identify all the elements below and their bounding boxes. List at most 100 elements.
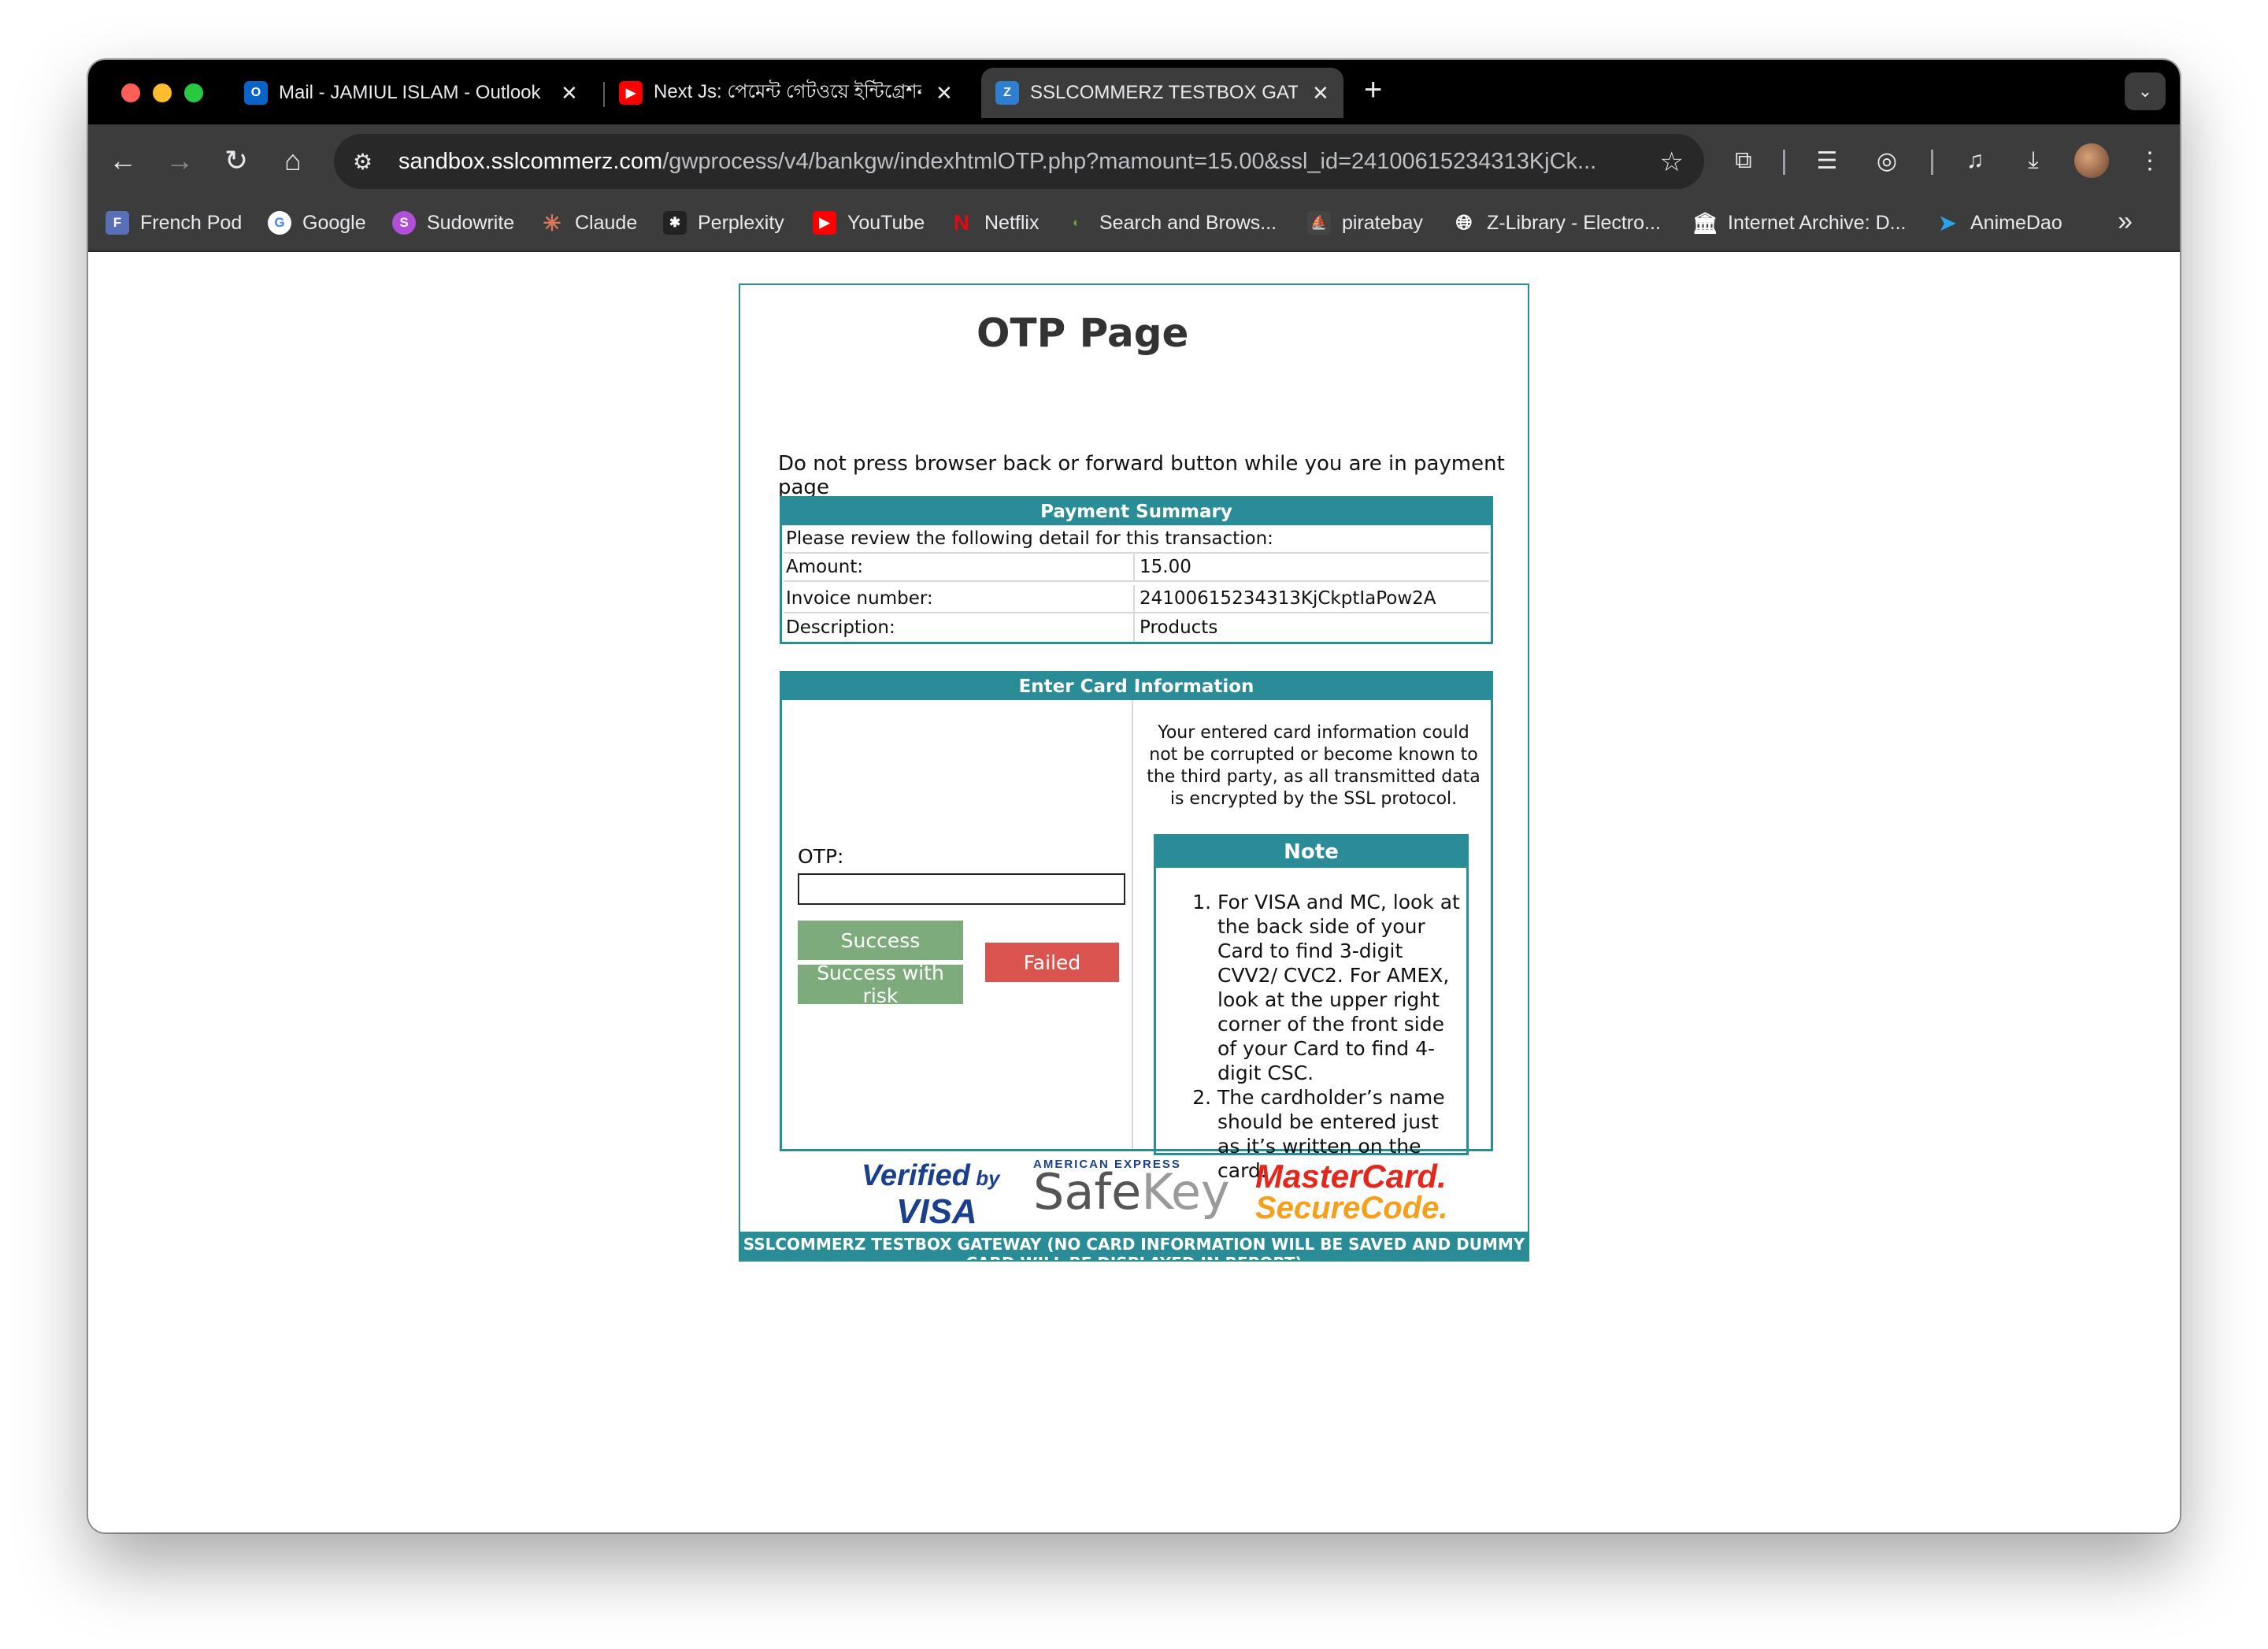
bookmark-label: Search and Brows... — [1099, 211, 1277, 234]
browser-toolbar: ← → ↻ ⌂ ⚙ sandbox.sslcommerz.com/gwproce… — [88, 124, 2180, 197]
address-bar[interactable]: ⚙ sandbox.sslcommerz.com/gwprocess/v4/ba… — [334, 134, 1704, 189]
summary-intro-row: Please review the following detail for t… — [784, 525, 1489, 554]
note-heading: Note — [1156, 836, 1466, 868]
download-icon[interactable]: ⤓ — [2016, 143, 2051, 178]
securecode-text: SecureCode. — [1255, 1191, 1448, 1225]
description-label: Description: — [784, 613, 1135, 642]
ssl-security-text: Your entered card information could not … — [1147, 723, 1480, 809]
search-browse-icon: ◐ — [1072, 215, 1081, 230]
url-text: sandbox.sslcommerz.com/gwprocess/v4/bank… — [398, 149, 1627, 175]
profile-avatar[interactable] — [2074, 143, 2109, 178]
tab-youtube-video[interactable]: ▶ Next Js: পেমেন্ট গেটওয়ে ইন্টিগ্রেশন ✕ — [605, 68, 967, 118]
payment-summary-panel: Payment Summary Please review the follow… — [780, 496, 1493, 644]
close-icon[interactable]: ✕ — [936, 81, 953, 106]
bookmark-label: French Pod — [140, 211, 243, 234]
globe-icon: 🌐︎ — [1455, 210, 1473, 234]
tab-title: SSLCOMMERZ TESTBOX GATEWAY — [1030, 82, 1298, 103]
testbox-footer: SSLCOMMERZ TESTBOX GATEWAY (NO CARD INFO… — [740, 1232, 1528, 1260]
bookmark-search-browse[interactable]: ◐ Search and Brows... — [1065, 211, 1277, 235]
bookmark-piratebay[interactable]: ⛵ piratebay — [1307, 211, 1423, 235]
tab-strip: O Mail - JAMIUL ISLAM - Outlook ✕ ▶ Next… — [88, 60, 2180, 124]
bookmark-claude[interactable]: ✳ Claude — [540, 211, 637, 235]
arrow-right-icon: → — [165, 144, 194, 176]
bookmark-animedao[interactable]: ➤ AnimeDao — [1936, 211, 2062, 235]
tab-title: Next Js: পেমেন্ট গেটওয়ে ইন্টিগ্রেশন — [654, 81, 921, 102]
success-with-risk-button[interactable]: Success with risk — [798, 962, 963, 1007]
mastercard-text: MasterCard. — [1255, 1158, 1447, 1195]
bookmark-label: YouTube — [847, 211, 925, 234]
page-viewport: OTP Page Do not press browser back or fo… — [88, 252, 2180, 1532]
summary-intro: Please review the following detail for t… — [786, 528, 1273, 549]
amount-label: Amount: — [784, 554, 1135, 580]
toolbar-divider — [1783, 150, 1785, 175]
claude-icon: ✳ — [543, 210, 561, 235]
otp-input[interactable] — [798, 873, 1125, 905]
note-list: For VISA and MC, look at the back side o… — [1217, 890, 1462, 1183]
navigation-warning: Do not press browser back or forward but… — [778, 452, 1505, 499]
card-information-heading: Enter Card Information — [782, 673, 1491, 700]
google-icon: G — [268, 211, 291, 235]
note-box: Note For VISA and MC, look at the back s… — [1154, 834, 1469, 1182]
bookmark-star-icon[interactable]: ☆ — [1660, 146, 1684, 178]
media-controls-icon[interactable]: ♫ — [1958, 143, 1992, 178]
forward-button[interactable]: → — [161, 142, 198, 180]
otp-label: OTP: — [798, 845, 844, 868]
outlook-icon: O — [244, 81, 268, 105]
bookmark-zlibrary[interactable]: 🌐︎ Z-Library - Electro... — [1452, 210, 1661, 235]
perplexity-icon: ✱ — [663, 211, 687, 235]
close-icon[interactable]: ✕ — [1312, 81, 1329, 106]
menu-kebab-icon[interactable]: ⋮ — [2133, 143, 2167, 178]
close-icon[interactable]: ✕ — [561, 81, 578, 106]
minimize-window-button[interactable] — [153, 83, 172, 102]
page-title: OTP Page — [976, 310, 1189, 356]
back-button[interactable]: ← — [104, 142, 142, 180]
bookmark-french-pod[interactable]: F French Pod — [106, 211, 242, 235]
reload-button[interactable]: ↻ — [217, 142, 255, 180]
bookmark-youtube[interactable]: ▶ YouTube — [813, 211, 925, 235]
tab-title: Mail - JAMIUL ISLAM - Outlook — [279, 82, 541, 103]
bookmark-sudowrite[interactable]: S Sudowrite — [392, 211, 514, 235]
bookmark-label: Netflix — [984, 211, 1040, 234]
safe-text: Safe — [1033, 1163, 1142, 1221]
site-settings-icon[interactable]: ⚙ — [353, 149, 384, 175]
bookmarks-overflow-button[interactable]: » — [2118, 206, 2133, 237]
piratebay-icon: ⛵ — [1307, 211, 1331, 235]
bookmark-internet-archive[interactable]: 🏛︎ Internet Archive: D... — [1692, 211, 1907, 235]
tab-search-button[interactable]: ⌄ — [2125, 72, 2166, 110]
otp-form: OTP: Success Success with risk Failed — [782, 700, 1133, 1149]
bookmark-netflix[interactable]: N Netflix — [950, 210, 1040, 235]
screenshot-icon[interactable]: ◎ — [1870, 143, 1904, 178]
bookmark-label: piratebay — [1342, 211, 1423, 234]
home-icon: ⌂ — [284, 144, 302, 176]
failed-button[interactable]: Failed — [985, 943, 1119, 982]
bookmarks-bar: F French Pod G Google S Sudowrite ✳ Claude ✱… — [88, 197, 2180, 252]
new-tab-button[interactable]: + — [1364, 72, 1382, 108]
bookmark-label: Z-Library - Electro... — [1487, 211, 1661, 234]
mastercard-securecode-logo: MasterCard. SecureCode. — [1255, 1158, 1448, 1225]
success-button[interactable]: Success — [798, 921, 963, 960]
bookmark-perplexity[interactable]: ✱ Perplexity — [663, 211, 784, 235]
url-host: sandbox.sslcommerz.com — [398, 148, 663, 174]
toolbar-divider — [1931, 150, 1933, 175]
card-information-panel: Enter Card Information OTP: Success Succ… — [780, 671, 1493, 1182]
tab-sslcommerz[interactable]: Z SSLCOMMERZ TESTBOX GATEWAY ✕ — [981, 68, 1343, 118]
tab-outlook[interactable]: O Mail - JAMIUL ISLAM - Outlook ✕ — [230, 68, 592, 118]
vbv-by-text: by — [976, 1166, 1000, 1190]
home-button[interactable]: ⌂ — [274, 142, 312, 180]
animedao-icon: ➤ — [1939, 210, 1956, 235]
table-row: Description: Products — [784, 613, 1489, 642]
bookmark-label: Google — [302, 211, 366, 234]
close-window-button[interactable] — [121, 83, 140, 102]
table-row: Amount: 15.00 — [784, 554, 1489, 582]
maximize-window-button[interactable] — [184, 83, 203, 102]
arrow-left-icon: ← — [109, 144, 137, 176]
key-text: Key — [1141, 1163, 1230, 1221]
extensions-icon[interactable]: ⧉ — [1726, 143, 1761, 178]
vbv-text: Verified — [862, 1159, 970, 1192]
card-scheme-logos: Verified by VISA AMERICAN EXPRESS SafeKe… — [858, 1158, 1448, 1229]
chevron-down-icon: ⌄ — [2137, 81, 2153, 101]
bookmark-label: Perplexity — [698, 211, 784, 234]
amount-value: 15.00 — [1140, 557, 1191, 577]
reading-list-icon[interactable]: ☰ — [1810, 143, 1844, 178]
bookmark-google[interactable]: G Google — [268, 211, 366, 235]
